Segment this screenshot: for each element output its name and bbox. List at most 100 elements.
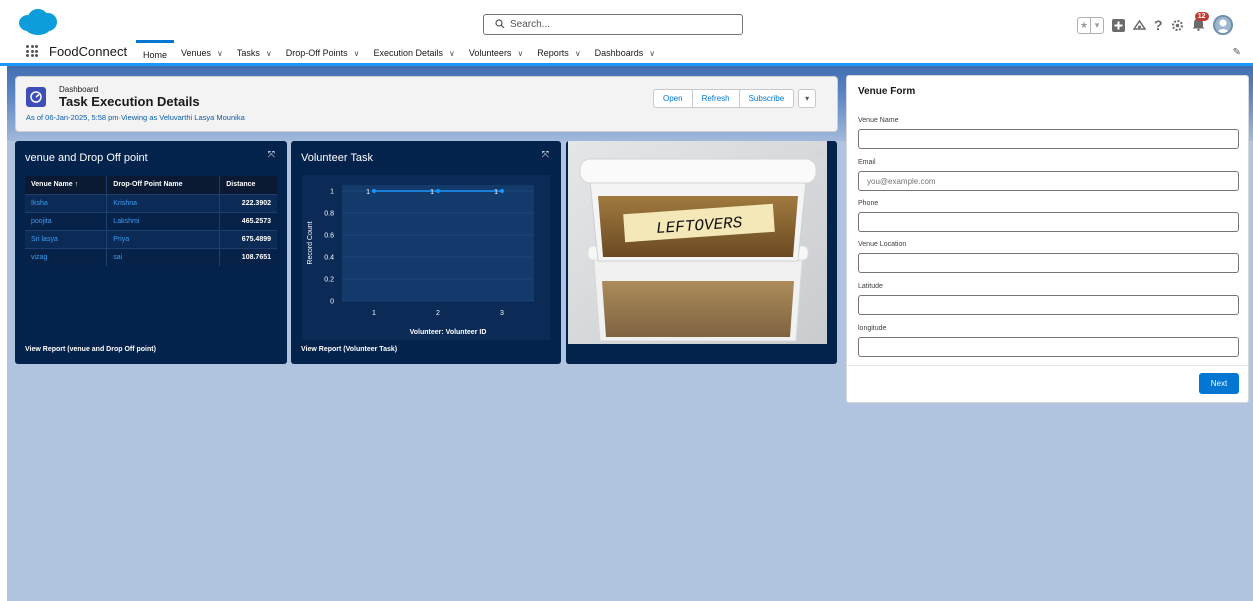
distance-cell: 465.2573	[219, 211, 277, 230]
search-placeholder: Search...	[510, 19, 551, 30]
venue-dropoff-table-widget: venue and Drop Off point ⤧ Venue Name ↑ …	[15, 141, 287, 364]
avatar[interactable]	[1212, 15, 1233, 35]
venue-form-title: Venue Form	[858, 86, 916, 97]
venue-name-link[interactable]: Sri lasya	[25, 229, 108, 248]
phone-label: Phone	[858, 200, 879, 207]
nav-item-tasks[interactable]: Tasks ∨	[230, 40, 279, 66]
nav-item-label: Volunteers	[468, 48, 512, 58]
distance-cell: 675.4899	[219, 229, 277, 248]
search-icon	[495, 19, 505, 29]
y-tick-label: 0.8	[324, 211, 334, 218]
app-navigation-bar: FoodConnect Home Venues ∨ Tasks ∨ Drop-Off…	[0, 40, 1253, 66]
leftovers-container-image: LEFTOVERS	[568, 141, 827, 344]
nav-item-volunteers[interactable]: Volunteers ∨	[462, 40, 530, 66]
distance-cell: 108.7651	[219, 247, 277, 266]
drop-off-point-link[interactable]: Krishna	[106, 193, 221, 212]
chevron-down-icon[interactable]: ∨	[449, 49, 455, 58]
nav-item-drop-off-points[interactable]: Drop-Off Points ∨	[279, 40, 367, 66]
nav-items: Home Venues ∨ Tasks ∨ Drop-Off Points ∨ Exe…	[136, 40, 662, 66]
chevron-down-icon[interactable]: ∨	[575, 49, 581, 58]
nav-item-label: Execution Details	[373, 48, 444, 58]
venue-name-input[interactable]	[858, 129, 1239, 149]
distance-cell: 222.3902	[219, 193, 277, 212]
data-point	[436, 189, 440, 193]
open-button[interactable]: Open	[653, 89, 693, 108]
table-row: Sri lasya Priya 675.4899	[25, 229, 277, 248]
data-point	[500, 189, 504, 193]
x-tick-label: 1	[372, 310, 376, 317]
global-header: Search... ★ ▾ ? 12	[0, 0, 1253, 40]
venue-name-link[interactable]: vizag	[25, 247, 108, 266]
latitude-input[interactable]	[858, 295, 1239, 315]
column-header-venue-name[interactable]: Venue Name ↑	[25, 176, 108, 194]
app-launcher-icon[interactable]	[26, 45, 38, 57]
chevron-down-icon[interactable]: ∨	[217, 49, 223, 58]
venue-name-link[interactable]: Iksha	[25, 193, 108, 212]
email-input[interactable]	[858, 171, 1239, 191]
chevron-down-icon[interactable]: ∨	[266, 49, 272, 58]
edit-nav-pencil-icon[interactable]: ✎	[1233, 47, 1241, 58]
favorites-star-icon[interactable]: ★	[1078, 18, 1090, 33]
nav-item-reports[interactable]: Reports ∨	[530, 40, 587, 66]
nav-item-label: Home	[143, 49, 168, 60]
venue-name-label: Venue Name	[858, 117, 899, 124]
volunteer-task-chart-widget: Volunteer Task ⤧ 0 0.2 0.4 0.6 0.8 1 1 2 3 Volunt…	[291, 141, 561, 364]
notification-count-badge: 12	[1194, 11, 1209, 21]
line-chart-area[interactable]: 0 0.2 0.4 0.6 0.8 1 1 2 3 Volunteer: Volunteer ID…	[302, 175, 550, 340]
refresh-button[interactable]: Refresh	[692, 89, 740, 108]
venue-name-link[interactable]: poojita	[25, 211, 108, 230]
drop-off-point-link[interactable]: Lakshmi	[106, 211, 221, 230]
expand-icon[interactable]: ⤧	[542, 149, 549, 160]
favorites-list-icon[interactable]: ▾	[1090, 17, 1103, 33]
add-icon[interactable]	[1112, 18, 1125, 32]
chevron-down-icon[interactable]: ∨	[354, 49, 360, 58]
view-report-link[interactable]: View Report (venue and Drop Off point)	[25, 346, 156, 353]
table-header-row: Venue Name ↑ Drop-Off Point Name Distanc…	[25, 176, 277, 194]
nav-item-dashboards[interactable]: Dashboards ∨	[588, 40, 662, 66]
longitude-label: longitude	[858, 325, 887, 332]
latitude-label: Latitude	[858, 283, 883, 290]
nav-item-label: Tasks	[236, 48, 260, 58]
form-footer-divider	[847, 365, 1248, 366]
column-header-drop-off-point-name[interactable]: Drop-Off Point Name	[106, 176, 221, 194]
notifications-button[interactable]: 12	[1192, 11, 1209, 34]
longitude-input[interactable]	[858, 337, 1239, 357]
phone-input[interactable]	[858, 212, 1239, 232]
widget-title: venue and Drop Off point	[25, 152, 148, 164]
expand-icon[interactable]: ⤧	[268, 149, 275, 160]
nav-item-home[interactable]: Home	[136, 40, 175, 66]
nav-item-venues[interactable]: Venues ∨	[174, 40, 230, 66]
email-label: Email	[858, 159, 876, 166]
y-tick-label: 0.4	[324, 255, 334, 262]
dashboard-type-label: Dashboard	[59, 85, 99, 94]
dashboard-gauge-icon	[26, 87, 46, 107]
expand-icon[interactable]: ⤧	[818, 149, 825, 160]
nav-item-execution-details[interactable]: Execution Details ∨	[367, 40, 462, 66]
drop-off-point-link[interactable]: sai	[106, 247, 221, 266]
more-actions-dropdown[interactable]: ▾	[798, 89, 817, 108]
subscribe-button[interactable]: Subscribe	[739, 89, 795, 108]
header-utility-icons: ★ ▾ ? 12	[1077, 11, 1233, 39]
venue-dropoff-table: Venue Name ↑ Drop-Off Point Name Distanc…	[25, 176, 277, 266]
drop-off-point-link[interactable]: Priya	[106, 229, 221, 248]
favorites-group[interactable]: ★ ▾	[1077, 16, 1104, 34]
view-report-link[interactable]: View Report (Volunteer Task)	[301, 346, 397, 353]
data-label: 1	[430, 189, 434, 196]
app-name: FoodConnect	[49, 44, 128, 59]
global-search-input[interactable]: Search...	[483, 14, 743, 35]
setup-gear-icon[interactable]	[1171, 19, 1184, 32]
next-button[interactable]: Next	[1199, 373, 1239, 394]
help-icon[interactable]: ?	[1154, 17, 1163, 33]
trailhead-icon[interactable]	[1133, 19, 1146, 32]
nav-item-label: Drop-Off Points	[285, 48, 348, 58]
y-tick-label: 1	[330, 189, 334, 196]
x-axis-title: Volunteer: Volunteer ID	[410, 329, 487, 336]
x-tick-label: 2	[436, 310, 440, 317]
chevron-down-icon[interactable]: ∨	[517, 49, 523, 58]
salesforce-cloud-logo[interactable]	[18, 8, 58, 36]
venue-location-input[interactable]	[858, 253, 1239, 273]
chevron-down-icon[interactable]: ∨	[649, 49, 655, 58]
volunteer-task-line-chart[interactable]: 0 0.2 0.4 0.6 0.8 1 1 2 3 Volunteer: Volunteer ID…	[302, 175, 550, 340]
column-header-distance[interactable]: Distance	[219, 176, 277, 194]
nav-item-label: Venues	[181, 48, 212, 58]
